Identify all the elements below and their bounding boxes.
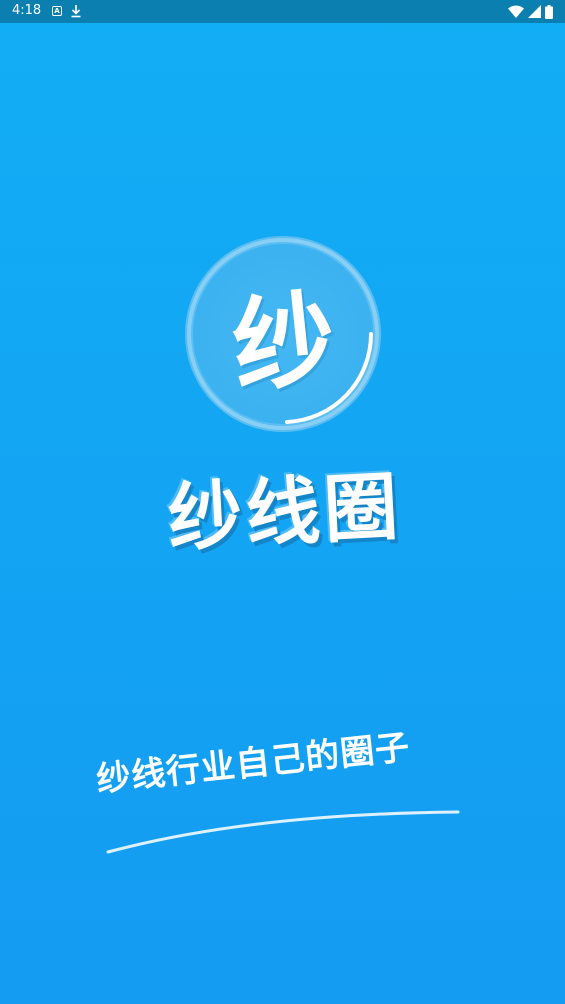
app-logo: 纱 bbox=[185, 236, 381, 432]
app-name: 纱线圈 bbox=[165, 463, 405, 563]
signal-icon bbox=[528, 5, 541, 18]
status-time: 4:18 bbox=[12, 3, 42, 18]
wifi-icon bbox=[508, 5, 524, 18]
status-bar: 4:18 A bbox=[0, 0, 565, 23]
download-icon bbox=[71, 5, 81, 18]
a-notification-icon: A bbox=[52, 6, 62, 16]
logo-character: 纱 bbox=[227, 278, 341, 408]
slogan: 纱线行业自己的圈子 bbox=[94, 727, 413, 801]
battery-icon bbox=[545, 4, 553, 19]
slogan-underline bbox=[106, 810, 460, 854]
status-icons bbox=[508, 4, 553, 19]
